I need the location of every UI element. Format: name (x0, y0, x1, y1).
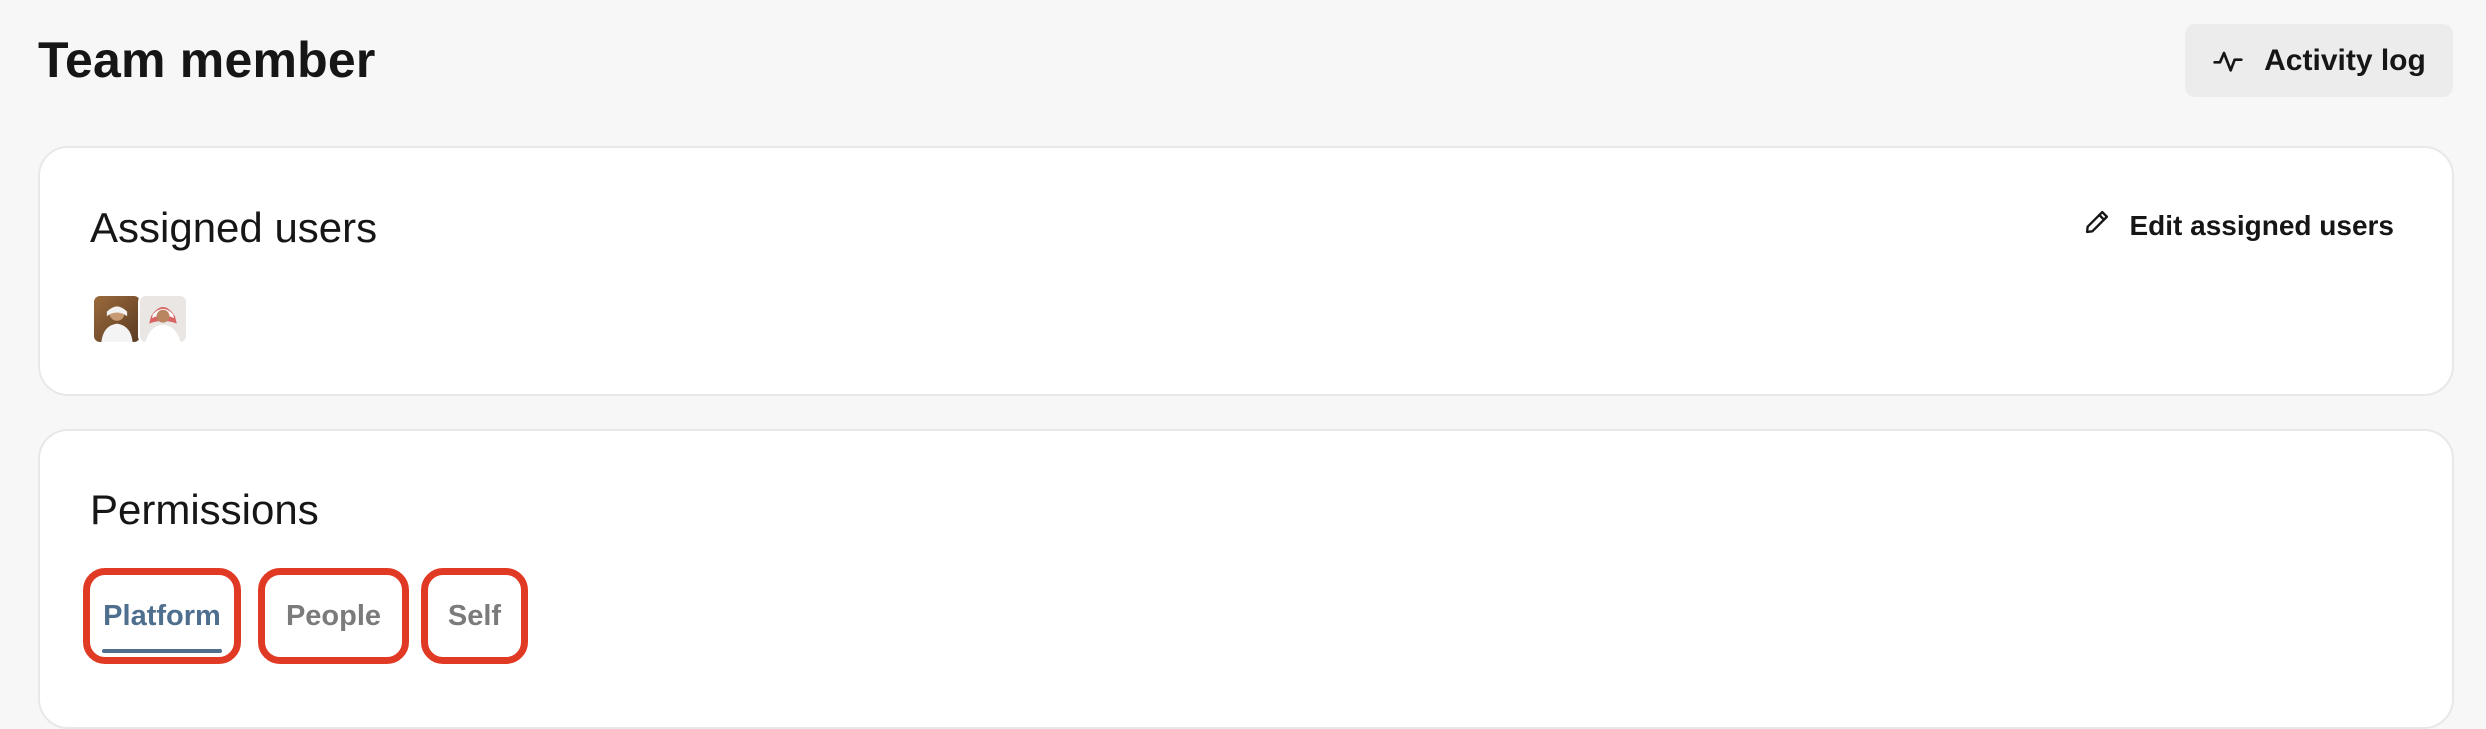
tab-self-label: Self (447, 599, 502, 632)
assigned-users-title: Assigned users (90, 204, 378, 251)
assigned-users-avatars (92, 294, 188, 344)
tab-platform[interactable]: Platform (83, 568, 241, 664)
edit-assigned-users-label: Edit assigned users (2129, 209, 2394, 241)
active-tab-indicator (102, 649, 222, 653)
pencil-icon (2083, 208, 2111, 243)
permissions-card: Permissions Platform People Self (38, 429, 2454, 729)
activity-pulse-icon (2212, 45, 2244, 77)
tab-people[interactable]: People (258, 568, 409, 664)
avatar[interactable] (92, 294, 142, 344)
avatar[interactable] (138, 294, 188, 344)
activity-log-label: Activity log (2264, 43, 2426, 77)
edit-assigned-users-button[interactable]: Edit assigned users (2083, 208, 2394, 243)
assigned-users-card: Assigned users Edit assigned users (38, 146, 2454, 396)
permissions-tabs: Platform People Self (40, 431, 2452, 727)
activity-log-button[interactable]: Activity log (2185, 24, 2453, 97)
tab-self[interactable]: Self (421, 568, 528, 664)
tab-people-label: People (285, 599, 382, 632)
tab-platform-label: Platform (103, 599, 221, 632)
page-title: Team member (38, 32, 376, 88)
